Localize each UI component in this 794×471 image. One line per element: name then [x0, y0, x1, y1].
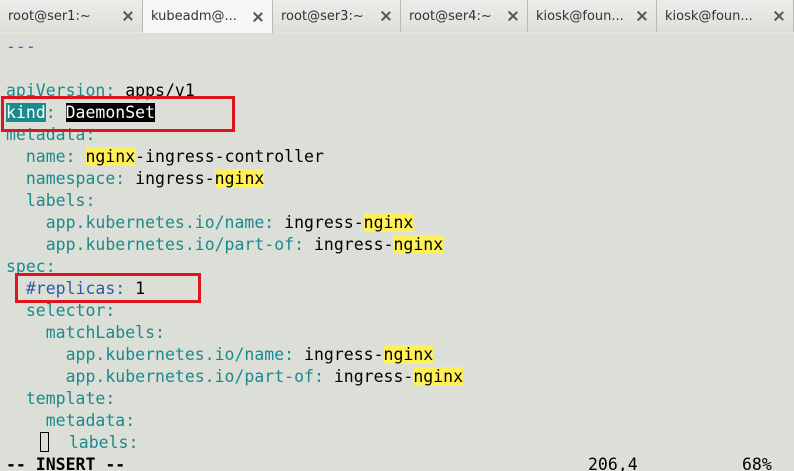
yaml-key: app.kubernetes.io/part-of	[45, 235, 295, 254]
search-highlight: nginx	[85, 147, 136, 166]
tab-root-ser3[interactable]: root@ser3:~	[273, 0, 401, 32]
mode-indicator: -- INSERT --	[6, 455, 126, 471]
editor-line: app.kubernetes.io/name: ingress-nginx	[45, 213, 414, 232]
editor-line: matchLabels:	[45, 323, 165, 342]
search-highlight: nginx	[383, 345, 434, 364]
yaml-value: ingress-	[313, 235, 394, 254]
tab-label: kiosk@foun...	[665, 8, 753, 24]
close-icon[interactable]	[122, 10, 134, 22]
tab-label: root@ser1:~	[8, 8, 91, 24]
yaml-value: ingress-	[135, 169, 215, 188]
yaml-key: template	[25, 389, 106, 408]
search-highlight: nginx	[413, 367, 463, 386]
tab-bar: root@ser1:~ kubeadm@... root@ser3:~ root…	[0, 0, 794, 34]
editor-line: name: nginx-ingress-controller	[25, 147, 324, 166]
close-icon[interactable]	[252, 11, 264, 23]
vim-status-line: -- INSERT --	[6, 454, 125, 471]
yaml-value: ingress-	[284, 213, 364, 232]
yaml-key: labels	[25, 191, 86, 210]
annotation-box-replicas	[15, 273, 201, 303]
search-highlight: nginx	[393, 235, 444, 254]
yaml-key: matchLabels	[45, 323, 156, 342]
yaml-key: namespace	[25, 169, 116, 188]
yaml-key: name	[25, 147, 66, 166]
yaml-key: app.kubernetes.io/part-of	[65, 367, 314, 386]
close-icon[interactable]	[773, 10, 785, 22]
scroll-percent: 68%	[742, 455, 772, 471]
text-cursor	[40, 432, 49, 452]
tab-label: root@ser3:~	[281, 8, 364, 24]
yaml-key: selector	[25, 301, 106, 320]
cursor-position: 206,4	[588, 455, 638, 471]
close-icon[interactable]	[507, 10, 519, 22]
close-icon[interactable]	[380, 10, 392, 22]
yaml-value: ingress-	[304, 345, 384, 364]
editor-line: selector:	[25, 301, 116, 320]
tab-kiosk-2[interactable]: kiosk@foun...	[657, 0, 794, 32]
tab-kubeadm[interactable]: kubeadm@...	[143, 0, 273, 33]
editor-line: labels:	[25, 191, 96, 210]
tab-label: kiosk@foun...	[536, 8, 624, 24]
editor-line: app.kubernetes.io/part-of: ingress-nginx	[45, 235, 444, 254]
editor-line: app.kubernetes.io/part-of: ingress-nginx	[65, 367, 463, 386]
editor-line: template:	[25, 389, 116, 408]
tab-root-ser1[interactable]: root@ser1:~	[0, 0, 143, 32]
yaml-key: metadata	[45, 411, 126, 430]
search-highlight: nginx	[363, 213, 414, 232]
terminal-editor[interactable]: --- apiVersion: apps/v1 kind: DaemonSet …	[0, 33, 794, 471]
editor-line: labels:	[6, 432, 138, 454]
yaml-key: labels	[68, 433, 129, 452]
tab-label: root@ser4:~	[409, 8, 492, 24]
annotation-box-kind	[1, 96, 235, 132]
doc-start-marker: ---	[6, 37, 36, 56]
close-icon[interactable]	[636, 10, 648, 22]
tab-label: kubeadm@...	[151, 9, 237, 24]
yaml-value: -ingress-controller	[135, 147, 324, 166]
editor-line: namespace: ingress-nginx	[25, 169, 265, 188]
yaml-key: app.kubernetes.io/name	[65, 345, 285, 364]
tab-root-ser4[interactable]: root@ser4:~	[401, 0, 528, 32]
yaml-value: ingress-	[333, 367, 414, 386]
editor-line: app.kubernetes.io/name: ingress-nginx	[65, 345, 434, 364]
editor-line: metadata:	[45, 411, 136, 430]
editor-line: ---	[6, 36, 36, 58]
search-highlight: nginx	[214, 169, 265, 188]
tab-kiosk-1[interactable]: kiosk@foun...	[528, 0, 657, 32]
yaml-key: app.kubernetes.io/name	[45, 213, 265, 232]
